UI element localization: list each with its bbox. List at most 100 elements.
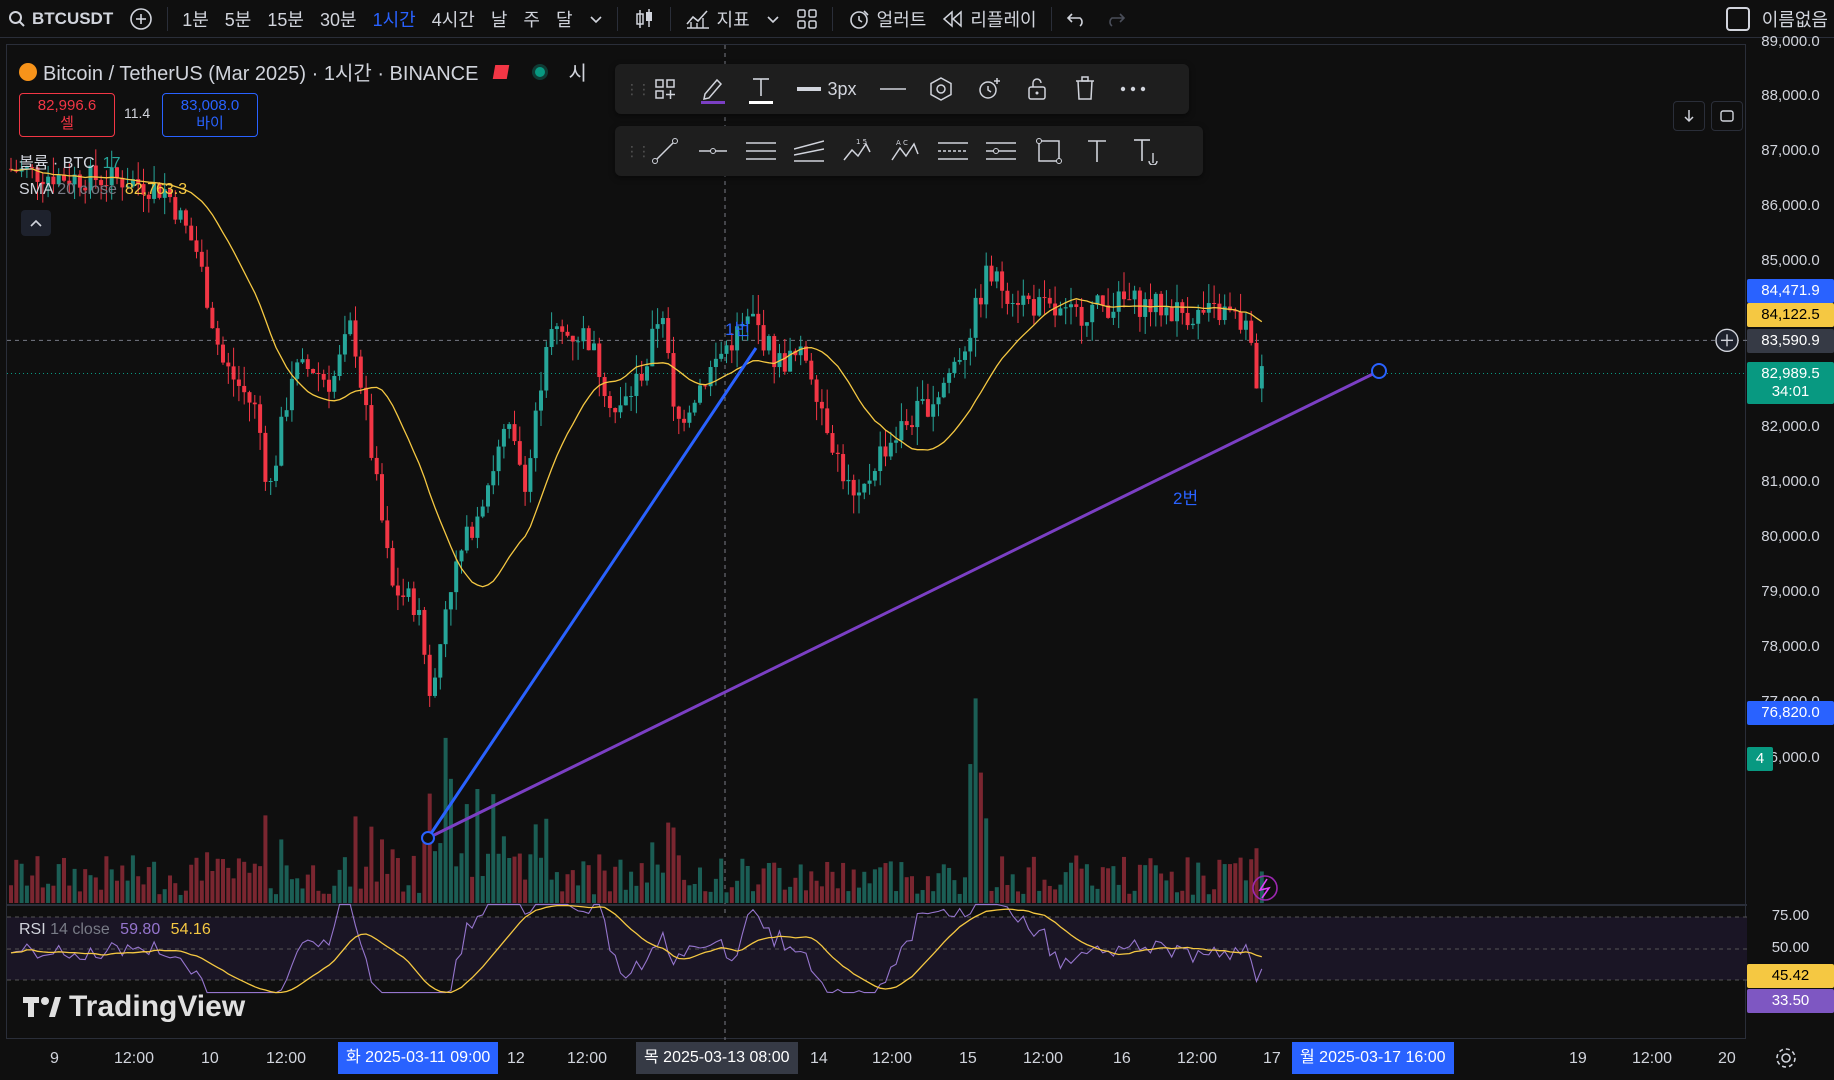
layout-button[interactable] xyxy=(788,0,826,38)
candle-body xyxy=(1190,323,1195,326)
redo-button[interactable] xyxy=(1096,0,1134,38)
candle-body xyxy=(618,405,623,413)
price-tick: 89,000.0 xyxy=(1761,33,1820,50)
add-alert-button[interactable] xyxy=(967,69,1011,109)
interval-30m[interactable]: 30분 xyxy=(312,0,365,38)
lock-button[interactable] xyxy=(1015,69,1059,109)
interval-5m[interactable]: 5분 xyxy=(217,0,260,38)
volume-bar xyxy=(554,872,559,903)
candle-body xyxy=(539,390,543,411)
price-chart[interactable]: 1번 2번 xyxy=(7,45,1747,1040)
volume-bar xyxy=(1053,889,1058,903)
volume-bar xyxy=(205,852,210,903)
candle-body xyxy=(274,465,278,482)
indicators-button[interactable]: 지표 xyxy=(677,0,758,38)
chart-pane[interactable]: 1번 2번 Bitcoin / TetherUS (Mar 2025) · 1시간… xyxy=(6,44,1747,1040)
candle-body xyxy=(1249,320,1254,343)
volume-bar xyxy=(989,890,994,903)
scroll-down-button[interactable] xyxy=(1673,101,1705,131)
volume-bar xyxy=(1026,867,1031,903)
svg-text:A C: A C xyxy=(896,139,908,147)
abc-pattern-tool[interactable]: A C xyxy=(883,131,927,171)
delete-button[interactable] xyxy=(1063,69,1107,109)
candle-body xyxy=(570,335,575,342)
candle-body xyxy=(1243,320,1248,330)
text-tool[interactable] xyxy=(1075,131,1119,171)
anchored-text-tool[interactable] xyxy=(1123,131,1167,171)
templates-button[interactable] xyxy=(643,69,687,109)
sell-button[interactable]: 82,996.6 셀 xyxy=(19,93,115,137)
layout-checkbox[interactable] xyxy=(1725,7,1750,31)
price-label-label-blue-top: 84,471.9 xyxy=(1747,279,1834,303)
line-color-button[interactable] xyxy=(691,69,735,109)
candle-body xyxy=(581,328,586,342)
candle-body xyxy=(486,485,490,507)
volume-bar xyxy=(459,853,464,903)
alert-button[interactable]: 얼러트 xyxy=(839,0,935,38)
price-axis[interactable]: 89,000.0 88,000.0 87,000.0 86,000.0 85,000.0… xyxy=(1747,33,1834,1039)
settings-button[interactable] xyxy=(919,69,963,109)
sma-legend[interactable]: SMA 20 close 82,763.3 xyxy=(19,181,187,199)
more-button[interactable] xyxy=(1111,69,1155,109)
volume-bar xyxy=(1090,885,1095,903)
price-tick: 82,000.0 xyxy=(1761,418,1820,435)
candle-body xyxy=(395,585,400,596)
volume-bar xyxy=(851,869,856,903)
line-width-button[interactable]: 3px xyxy=(787,69,867,109)
interval-15m[interactable]: 15분 xyxy=(259,0,312,38)
text-color-button[interactable] xyxy=(739,69,783,109)
rsi-legend[interactable]: RSI 14 close 59.80 54.16 xyxy=(19,921,211,939)
candle-body xyxy=(751,313,755,317)
volume-bar xyxy=(390,849,395,903)
candle-body xyxy=(835,452,840,455)
indicators-dropdown[interactable] xyxy=(758,0,788,38)
compare-button[interactable] xyxy=(121,0,161,38)
interval-week[interactable]: 주 xyxy=(515,0,548,38)
interval-1h[interactable]: 1시간 xyxy=(365,0,424,38)
volume-bar xyxy=(1153,865,1158,903)
interval-day[interactable]: 날 xyxy=(483,0,516,38)
symbol-search[interactable]: BTCUSDT xyxy=(0,0,121,38)
volume-bar xyxy=(751,891,755,903)
interval-dropdown[interactable] xyxy=(581,0,611,38)
line-width-icon xyxy=(797,86,822,92)
horizontal-ray-tool[interactable] xyxy=(691,131,735,171)
line-style-button[interactable] xyxy=(871,69,915,109)
parallel-channel-tool[interactable] xyxy=(739,131,783,171)
candle-body xyxy=(1074,304,1079,307)
time-axis[interactable]: 9 12:00 10 12:00 12 12:00 14 12:00 15 12:00 16 12:0… xyxy=(0,1040,1834,1080)
rsi-params: 14 close xyxy=(50,921,110,938)
drag-handle-icon[interactable]: ⋮⋮ xyxy=(625,81,651,98)
undo-button[interactable] xyxy=(1058,0,1096,38)
volume-bar xyxy=(809,871,814,903)
volume-bar xyxy=(835,888,840,903)
fib-channel-tool[interactable] xyxy=(787,131,831,171)
drag-handle-icon[interactable]: ⋮⋮ xyxy=(625,143,651,160)
forecast-tool[interactable] xyxy=(979,131,1023,171)
volume-legend[interactable]: 볼륨 · BTC 17 xyxy=(19,149,120,173)
time-label-label3: 월 2025-03-17 16:00 xyxy=(1292,1042,1454,1074)
volume-bar xyxy=(1037,890,1042,903)
replay-button[interactable]: 리플레이 xyxy=(934,0,1044,38)
candle-body xyxy=(761,325,766,351)
chart-title[interactable]: Bitcoin / TetherUS (Mar 2025) · 1시간 · BI… xyxy=(43,57,478,86)
flag-icon[interactable] xyxy=(493,64,510,79)
maximize-button[interactable] xyxy=(1711,101,1743,131)
alarm-clock-icon xyxy=(847,7,871,31)
collapse-legend-button[interactable] xyxy=(21,210,51,236)
layout-name[interactable]: 이름없음 xyxy=(1762,6,1828,32)
candle-body xyxy=(883,446,888,457)
interval-1m[interactable]: 1분 xyxy=(174,0,217,38)
tradingview-watermark[interactable]: TradingView xyxy=(23,990,245,1024)
position-tool[interactable] xyxy=(931,131,975,171)
interval-month[interactable]: 달 xyxy=(548,0,581,38)
candle-body xyxy=(862,483,867,493)
interval-4h[interactable]: 4시간 xyxy=(424,0,483,38)
volume-bar xyxy=(353,816,358,903)
chart-type-button[interactable] xyxy=(624,0,664,38)
trend-line-tool[interactable] xyxy=(643,131,687,171)
rectangle-tool[interactable] xyxy=(1027,131,1071,171)
buy-button[interactable]: 83,008.0 바이 xyxy=(162,93,258,137)
pattern-tool[interactable]: 1 5 xyxy=(835,131,879,171)
settings-gear-icon[interactable] xyxy=(1774,1046,1802,1074)
